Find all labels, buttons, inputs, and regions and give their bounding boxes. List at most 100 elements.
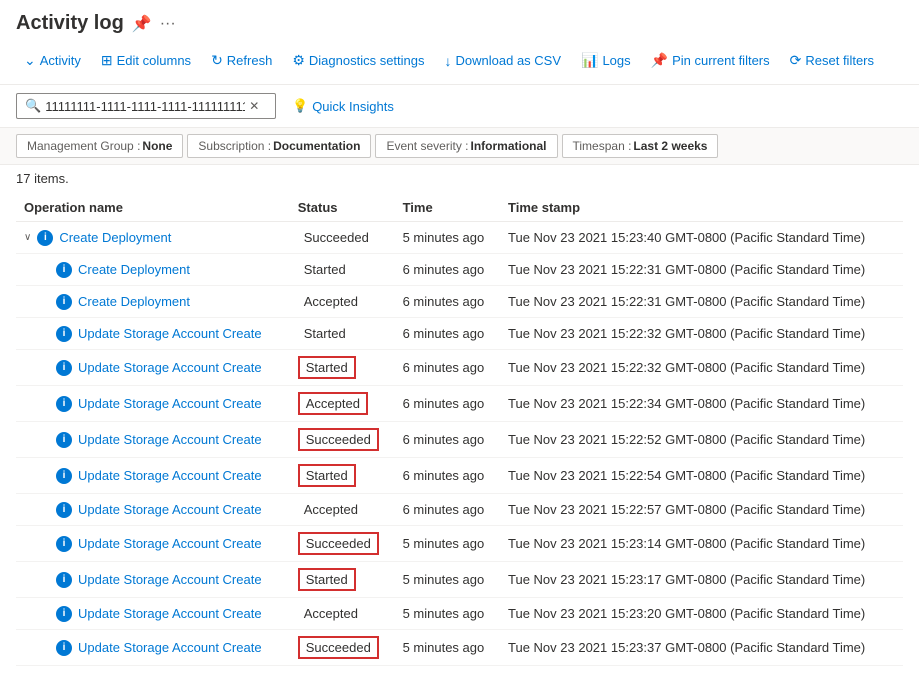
management-group-chip[interactable]: Management Group : None	[16, 134, 183, 158]
status-badge: Succeeded	[298, 532, 379, 555]
time-cell: 5 minutes ago	[395, 598, 500, 630]
refresh-button[interactable]: ↻ Refresh	[203, 47, 280, 74]
toolbar: ⌄ Activity ⊞ Edit columns ↻ Refresh ⚙ Di…	[16, 43, 903, 78]
download-button[interactable]: ↓ Download as CSV	[437, 48, 570, 74]
info-icon: i	[56, 360, 72, 376]
info-icon: i	[56, 326, 72, 342]
time-cell: 5 minutes ago	[395, 630, 500, 666]
status-cell: Started	[290, 458, 395, 494]
quick-insights-button[interactable]: 💡 Quick Insights	[284, 93, 402, 119]
info-icon: i	[37, 230, 53, 246]
table-row: iUpdate Storage Account CreateAccepted6 …	[16, 386, 903, 422]
status-badge: Accepted	[298, 292, 364, 311]
pin-filters-button[interactable]: 📌 Pin current filters	[643, 47, 778, 74]
search-box: 🔍 ✕	[16, 93, 276, 119]
status-cell: Succeeded	[290, 630, 395, 666]
operation-name-link[interactable]: Update Storage Account Create	[78, 468, 262, 483]
col-status: Status	[290, 192, 395, 222]
time-cell: 6 minutes ago	[395, 422, 500, 458]
status-cell: Accepted	[290, 598, 395, 630]
info-icon: i	[56, 432, 72, 448]
status-badge: Started	[298, 464, 356, 487]
status-badge: Started	[298, 356, 356, 379]
title-row: Activity log 📌 ···	[16, 12, 903, 35]
search-clear-icon[interactable]: ✕	[249, 99, 259, 113]
timestamp-cell: Tue Nov 23 2021 15:23:17 GMT-0800 (Pacif…	[500, 562, 903, 598]
timestamp-cell: Tue Nov 23 2021 15:23:14 GMT-0800 (Pacif…	[500, 526, 903, 562]
status-cell: Started	[290, 350, 395, 386]
logs-button[interactable]: 📊 Logs	[573, 47, 639, 74]
operation-name-cell: iUpdate Storage Account Create	[16, 458, 290, 494]
status-badge: Accepted	[298, 604, 364, 623]
operation-name-cell: iUpdate Storage Account Create	[16, 562, 290, 598]
operation-name-link[interactable]: Update Storage Account Create	[78, 640, 262, 655]
operation-name-cell: iUpdate Storage Account Create	[16, 494, 290, 526]
table-row: i Update Storage Account Create Started 6 m…	[16, 350, 903, 386]
operation-name-cell: iUpdate Storage Account Create	[16, 630, 290, 666]
gear-icon: ⚙	[292, 52, 305, 69]
time-cell: 6 minutes ago	[395, 494, 500, 526]
operation-name-link[interactable]: Update Storage Account Create	[78, 606, 262, 621]
operation-name-link[interactable]: Update Storage Account Create	[78, 360, 262, 375]
timestamp-cell: Tue Nov 23 2021 15:22:52 GMT-0800 (Pacif…	[500, 422, 903, 458]
status-badge: Accepted	[298, 392, 368, 415]
status-cell: Started	[290, 254, 395, 286]
status-cell: Succeeded	[290, 222, 395, 254]
diagnostics-button[interactable]: ⚙ Diagnostics settings	[284, 47, 432, 74]
items-count: 17 items.	[0, 165, 919, 192]
event-severity-chip[interactable]: Event severity : Informational	[375, 134, 557, 158]
operation-name-cell: iCreate Deployment	[16, 286, 290, 318]
activity-table: Operation name Status Time Time stamp ∨ i…	[16, 192, 903, 666]
info-icon: i	[56, 262, 72, 278]
time-cell: 6 minutes ago	[395, 350, 500, 386]
status-badge: Started	[298, 260, 352, 279]
operation-name-link[interactable]: Update Storage Account Create	[78, 432, 262, 447]
timespan-chip[interactable]: Timespan : Last 2 weeks	[562, 134, 719, 158]
status-cell: Succeeded	[290, 422, 395, 458]
reset-filters-button[interactable]: ⟳ Reset filters	[782, 47, 882, 74]
table-row: iUpdate Storage Account CreateSucceeded5…	[16, 630, 903, 666]
operation-name-link[interactable]: Update Storage Account Create	[78, 536, 262, 551]
activity-button[interactable]: ⌄ Activity	[16, 47, 89, 74]
info-icon: i	[56, 536, 72, 552]
table-row: iUpdate Storage Account Create Started 5 m…	[16, 562, 903, 598]
lightbulb-icon: 💡	[292, 98, 308, 114]
info-icon: i	[56, 396, 72, 412]
timestamp-cell: Tue Nov 23 2021 15:22:31 GMT-0800 (Pacif…	[500, 254, 903, 286]
operation-name-link[interactable]: Update Storage Account Create	[78, 396, 262, 411]
header: Activity log 📌 ··· ⌄ Activity ⊞ Edit col…	[0, 0, 919, 85]
operation-name-cell: i Update Storage Account Create	[16, 526, 290, 562]
page-title: Activity log	[16, 12, 124, 35]
edit-columns-button[interactable]: ⊞ Edit columns	[93, 47, 199, 74]
operation-name-link[interactable]: Update Storage Account Create	[78, 502, 262, 517]
status-badge: Started	[298, 568, 356, 591]
operation-name-link[interactable]: Create Deployment	[78, 294, 190, 309]
expand-icon[interactable]: ∨	[24, 232, 31, 243]
chevron-down-icon: ⌄	[24, 52, 36, 69]
col-timestamp: Time stamp	[500, 192, 903, 222]
timestamp-cell: Tue Nov 23 2021 15:22:34 GMT-0800 (Pacif…	[500, 386, 903, 422]
operation-name-cell: i Update Storage Account Create	[16, 598, 290, 630]
more-icon[interactable]: ···	[160, 15, 176, 33]
timestamp-cell: Tue Nov 23 2021 15:22:32 GMT-0800 (Pacif…	[500, 318, 903, 350]
time-cell: 5 minutes ago	[395, 222, 500, 254]
operation-name-link[interactable]: Create Deployment	[59, 230, 171, 245]
time-cell: 6 minutes ago	[395, 286, 500, 318]
operation-name-link[interactable]: Update Storage Account Create	[78, 572, 262, 587]
time-cell: 5 minutes ago	[395, 526, 500, 562]
refresh-icon: ↻	[211, 52, 223, 69]
operation-name-cell: ∨ i Create Deployment	[16, 222, 290, 254]
status-cell: Started	[290, 318, 395, 350]
pin-icon[interactable]: 📌	[132, 14, 152, 34]
time-cell: 6 minutes ago	[395, 458, 500, 494]
time-cell: 5 minutes ago	[395, 562, 500, 598]
info-icon: i	[56, 606, 72, 622]
status-cell: Accepted	[290, 286, 395, 318]
timestamp-cell: Tue Nov 23 2021 15:23:40 GMT-0800 (Pacif…	[500, 222, 903, 254]
table-header-row: Operation name Status Time Time stamp	[16, 192, 903, 222]
operation-name-link[interactable]: Update Storage Account Create	[78, 326, 262, 341]
subscription-chip[interactable]: Subscription : Documentation	[187, 134, 371, 158]
operation-name-link[interactable]: Create Deployment	[78, 262, 190, 277]
operation-name-cell: i Update Storage Account Create	[16, 386, 290, 422]
search-input[interactable]	[45, 99, 245, 114]
